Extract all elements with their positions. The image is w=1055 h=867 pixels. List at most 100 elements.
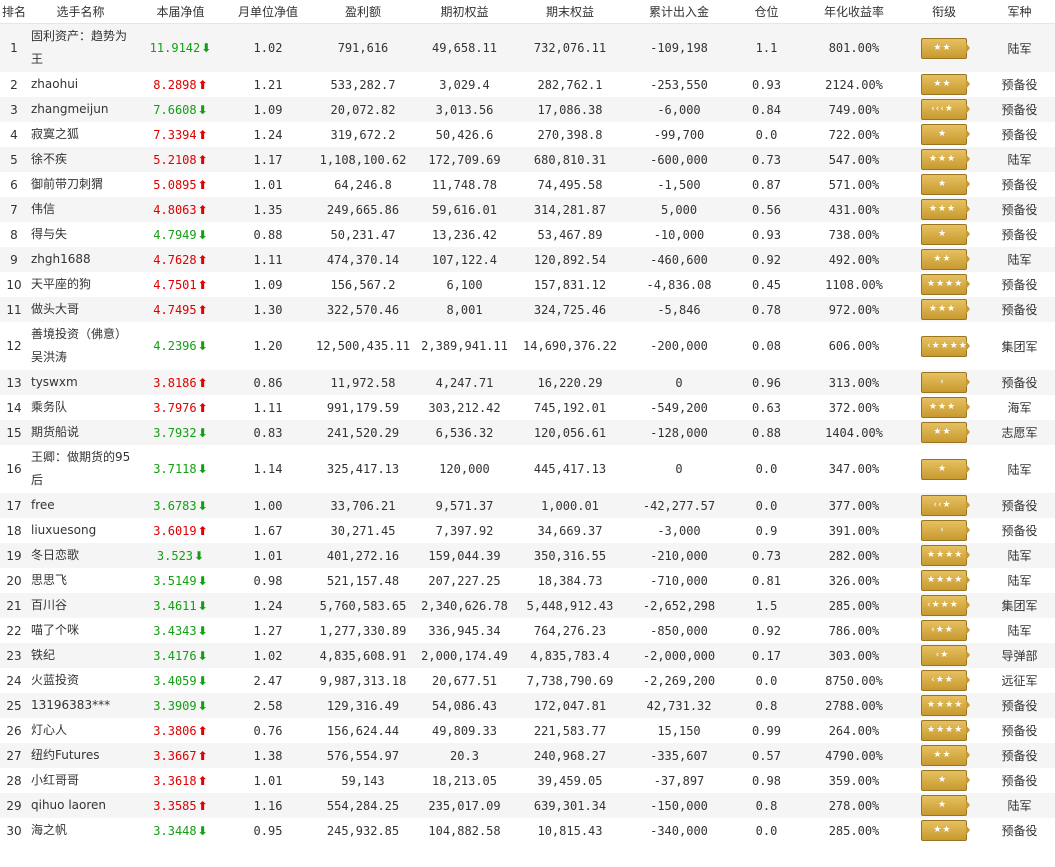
player-name-link[interactable]: 海之帆 (28, 818, 133, 843)
arrow-down-icon: ⬇ (197, 598, 208, 613)
branch-cell: 陆军 (984, 147, 1055, 172)
annual-return-cell: 1108.00% (804, 272, 904, 297)
position-cell: 0.17 (729, 643, 804, 668)
player-name-link[interactable]: 火蓝投资 (28, 668, 133, 693)
player-name-link[interactable]: 小红哥哥 (28, 768, 133, 793)
player-name-link[interactable]: 喵了个咪 (28, 618, 133, 643)
player-name-link[interactable]: 思思飞 (28, 568, 133, 593)
table-row: 22 喵了个咪 3.4343⬇ 1.27 1,277,330.89 336,945.34 7… (0, 618, 1055, 643)
position-cell: 0.0 (729, 668, 804, 693)
rank-insignia-icon: ★★ (921, 745, 970, 766)
monthly-nav-cell: 1.01 (228, 768, 308, 793)
header-position[interactable]: 仓位 (729, 0, 804, 24)
rank-cell: 17 (0, 493, 28, 518)
header-rank[interactable]: 排名 (0, 0, 28, 24)
nav-value: 3.5149 (153, 573, 197, 588)
rank-insignia-icon: ★★★ (921, 199, 970, 220)
table-row: 27 纽约Futures 3.3667⬆ 1.38 576,554.97 20.3 240,… (0, 743, 1055, 768)
net-flow-cell: -710,000 (629, 568, 729, 593)
player-name-link[interactable]: zhgh1688 (28, 247, 133, 272)
start-equity-cell: 107,122.4 (418, 247, 511, 272)
profit-cell: 156,567.2 (308, 272, 418, 297)
player-name-link[interactable]: liuxuesong (28, 518, 133, 543)
header-monthly-nav[interactable]: 月单位净值 (228, 0, 308, 24)
branch-cell: 预备役 (984, 693, 1055, 718)
header-branch[interactable]: 军种 (984, 0, 1055, 24)
player-name-link[interactable]: zhangmeijun (28, 97, 133, 122)
player-name-link[interactable]: 得与失 (28, 222, 133, 247)
end-equity-cell: 157,831.12 (511, 272, 629, 297)
annual-return-cell: 347.00% (804, 445, 904, 493)
annual-return-cell: 326.00% (804, 568, 904, 593)
player-name-link[interactable]: 纽约Futures (28, 743, 133, 768)
header-start-equity[interactable]: 期初权益 (418, 0, 511, 24)
arrow-up-icon: ⬆ (197, 798, 208, 813)
branch-cell: 预备役 (984, 493, 1055, 518)
rank-insignia-cell: ‹‹★ (904, 493, 984, 518)
nav-cell: 3.3585⬆ (133, 793, 228, 818)
player-name-link[interactable]: 期货船说 (28, 420, 133, 445)
net-flow-cell: -4,836.08 (629, 272, 729, 297)
nav-cell: 3.6783⬇ (133, 493, 228, 518)
player-name-link[interactable]: 13196383*** (28, 693, 133, 718)
insignia-stars-icon: ★★★★ (927, 279, 964, 289)
monthly-nav-cell: 1.27 (228, 618, 308, 643)
nav-value: 3.7118 (153, 462, 197, 476)
profit-cell: 59,143 (308, 768, 418, 793)
profit-cell: 156,624.44 (308, 718, 418, 743)
header-annual-return[interactable]: 年化收益率 (804, 0, 904, 24)
nav-cell: 5.0895⬆ (133, 172, 228, 197)
header-profit[interactable]: 盈利额 (308, 0, 418, 24)
player-name-link[interactable]: 徐不疾 (28, 147, 133, 172)
player-name-link[interactable]: 做头大哥 (28, 297, 133, 322)
monthly-nav-cell: 0.88 (228, 222, 308, 247)
player-name-link[interactable]: 王卿：做期货的95后 (28, 445, 133, 493)
profit-cell: 322,570.46 (308, 297, 418, 322)
player-name-link[interactable]: 铁纪 (28, 643, 133, 668)
position-cell: 0.84 (729, 97, 804, 122)
end-equity-cell: 764,276.23 (511, 618, 629, 643)
player-name-link[interactable]: 伟信 (28, 197, 133, 222)
player-name-link[interactable]: tyswxm (28, 370, 133, 395)
player-name-link[interactable]: free (28, 493, 133, 518)
profit-cell: 12,500,435.11 (308, 322, 418, 370)
nav-value: 4.8063 (153, 202, 197, 217)
profit-cell: 319,672.2 (308, 122, 418, 147)
net-flow-cell: 42,731.32 (629, 693, 729, 718)
position-cell: 0.0 (729, 122, 804, 147)
insignia-stars-icon: ‹★★★ (927, 600, 959, 610)
player-name-link[interactable]: 冬日恋歌 (28, 543, 133, 568)
monthly-nav-cell: 0.98 (228, 568, 308, 593)
net-flow-cell: -3,000 (629, 518, 729, 543)
insignia-stars-icon: ★ (937, 775, 948, 785)
end-equity-cell: 172,047.81 (511, 693, 629, 718)
player-name-link[interactable]: 善境投资（佛意）吴洪涛 (28, 322, 133, 370)
player-name-link[interactable]: 寂寞之狐 (28, 122, 133, 147)
rank-insignia-icon: ★ (921, 458, 970, 480)
nav-value: 4.2396 (153, 339, 197, 353)
nav-cell: 4.7949⬇ (133, 222, 228, 247)
player-name-link[interactable]: 天平座的狗 (28, 272, 133, 297)
header-name[interactable]: 选手名称 (28, 0, 133, 24)
annual-return-cell: 2788.00% (804, 693, 904, 718)
player-name-link[interactable]: 御前带刀刺猬 (28, 172, 133, 197)
header-end-equity[interactable]: 期末权益 (511, 0, 629, 24)
player-name-link[interactable]: 灯心人 (28, 718, 133, 743)
player-name-link[interactable]: qihuo laoren (28, 793, 133, 818)
player-name-link[interactable]: 百川谷 (28, 593, 133, 618)
player-name-link[interactable]: 固利资产：趋势为王 (28, 23, 133, 72)
nav-value: 3.3448 (153, 823, 197, 838)
header-nav[interactable]: 本届净值 (133, 0, 228, 24)
player-name-link[interactable]: zhaohui (28, 72, 133, 97)
rank-insignia-icon: ★★★★ (921, 274, 970, 295)
rank-insignia-cell: ★★ (904, 72, 984, 97)
arrow-down-icon: ⬇ (197, 698, 208, 713)
insignia-stars-icon: ‹★ (935, 650, 950, 660)
nav-value: 3.3667 (153, 748, 197, 763)
player-name-link[interactable]: 乘务队 (28, 395, 133, 420)
arrow-up-icon: ⬆ (197, 375, 208, 390)
annual-return-cell: 391.00% (804, 518, 904, 543)
header-rank-insignia[interactable]: 衔级 (904, 0, 984, 24)
branch-cell: 陆军 (984, 23, 1055, 72)
header-net-flow[interactable]: 累计出入金 (629, 0, 729, 24)
